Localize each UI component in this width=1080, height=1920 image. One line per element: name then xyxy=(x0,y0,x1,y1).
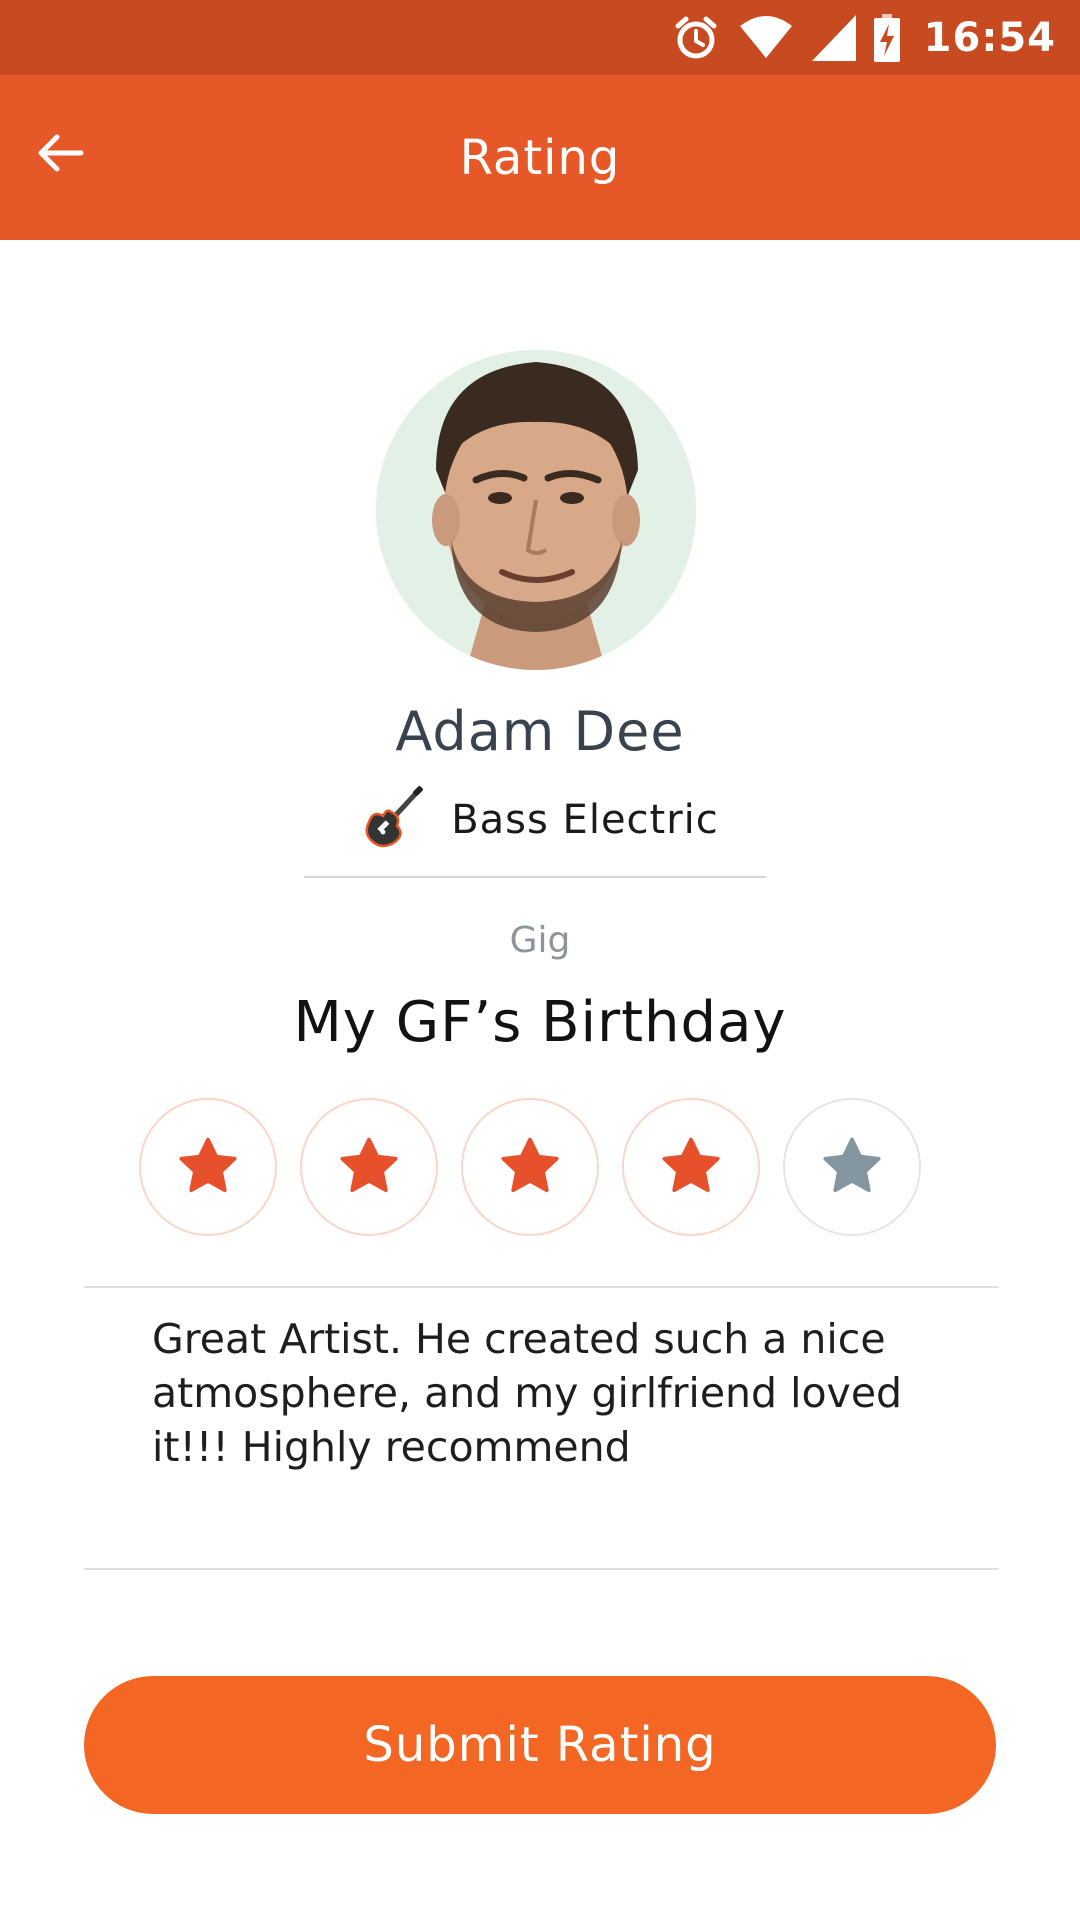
star-icon xyxy=(501,1137,559,1193)
star-2-button[interactable] xyxy=(300,1098,438,1236)
star-icon xyxy=(823,1137,881,1193)
rating-screen: 16:54 Rating Adam Dee Bass Electric Gig … xyxy=(0,0,1080,1920)
star-1-button[interactable] xyxy=(139,1098,277,1236)
review-bottom-divider xyxy=(84,1568,998,1570)
star-icon xyxy=(662,1137,720,1193)
bass-guitar-icon xyxy=(361,785,425,855)
artist-name: Adam Dee xyxy=(395,700,685,763)
review-top-divider xyxy=(84,1286,998,1288)
star-5-button[interactable] xyxy=(783,1098,921,1236)
arrow-left-icon xyxy=(35,133,85,178)
gig-title: My GF’s Birthday xyxy=(293,990,787,1055)
alarm-icon xyxy=(672,14,720,62)
status-bar: 16:54 xyxy=(0,0,1080,75)
signal-icon xyxy=(811,14,856,61)
gig-label: Gig xyxy=(509,920,571,961)
submit-rating-button[interactable]: Submit Rating xyxy=(84,1676,996,1814)
star-icon xyxy=(179,1137,237,1193)
wifi-icon xyxy=(738,14,794,62)
star-rating xyxy=(0,1098,1080,1238)
app-bar: Rating xyxy=(0,75,1080,240)
review-textarea[interactable]: Great Artist. He created such a nice atm… xyxy=(152,1312,942,1474)
app-bar-title: Rating xyxy=(459,129,621,186)
instrument-label: Bass Electric xyxy=(451,797,719,843)
status-time: 16:54 xyxy=(923,14,1056,61)
artist-avatar xyxy=(376,350,696,670)
star-3-button[interactable] xyxy=(461,1098,599,1236)
star-4-button[interactable] xyxy=(622,1098,760,1236)
divider xyxy=(304,876,766,878)
instrument-row: Bass Electric xyxy=(0,785,1080,850)
battery-charging-icon xyxy=(873,13,900,62)
back-button[interactable] xyxy=(20,115,100,195)
star-icon xyxy=(340,1137,398,1193)
